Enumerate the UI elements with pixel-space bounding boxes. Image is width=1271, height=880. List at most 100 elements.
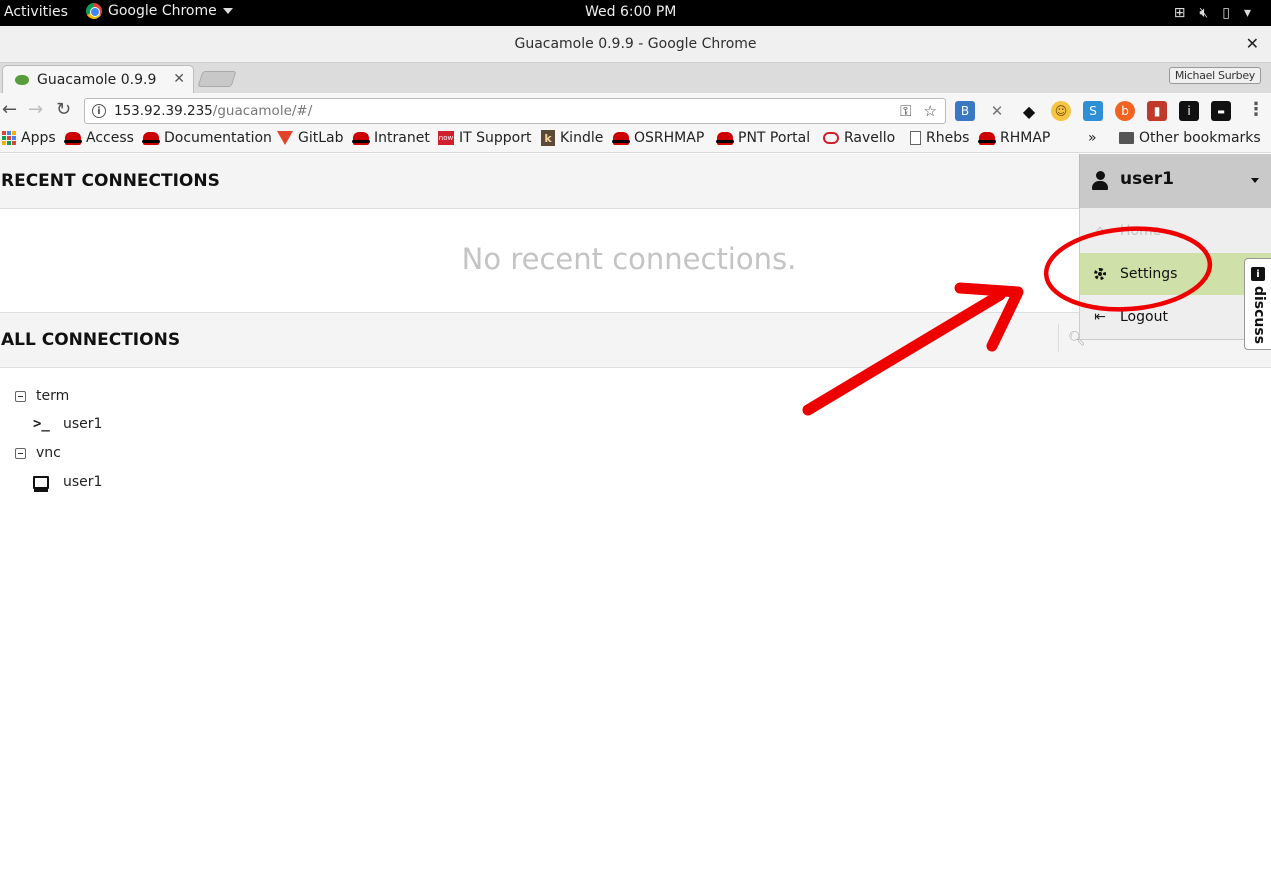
new-tab-button[interactable] [197,71,237,87]
redhat-icon [64,131,82,145]
extension-emoji-icon[interactable]: ☺ [1051,101,1071,121]
gear-icon [1092,266,1108,282]
bookmark-label: IT Support [459,130,532,146]
bookmark-star-icon[interactable]: ☆ [924,102,937,120]
system-top-bar: Activities Google Chrome Wed 6:00 PM ⊞ 🔇… [0,0,1271,26]
bookmark-label: Ravello [844,130,896,146]
chrome-icon [86,3,102,19]
bookmark-kindle[interactable]: k Kindle [541,130,603,146]
discuss-label: discuss [1251,285,1267,345]
chrome-menu-button[interactable]: ⋮ [1247,99,1265,120]
bookmark-label: OSRHMAP [634,130,705,146]
bookmark-ravello[interactable]: Ravello [823,130,895,146]
bookmark-documentation[interactable]: Documentation [142,130,272,146]
extension-bi-icon[interactable]: B [955,101,975,121]
connection-name: user1 [63,474,103,490]
bookmark-rhebs[interactable]: Rhebs [910,130,969,146]
bookmark-intranet[interactable]: Intranet [352,130,430,146]
battery-icon: ▯ [1222,5,1230,21]
system-tray[interactable]: ⊞ 🔇︎ ▯ ▾ [1174,5,1251,21]
bookmark-rhmap[interactable]: RHMAP [978,130,1051,146]
kindle-icon: k [541,130,555,146]
profile-button[interactable]: Michael Surbey [1168,67,1261,84]
bookmarks-overflow-button[interactable]: » [1088,130,1097,146]
chevron-down-icon [1251,178,1259,183]
user-menu-dropdown: ⌂ Home Settings ⇤ Logout [1079,208,1271,340]
volume-muted-icon: 🔇︎ [1199,5,1209,21]
bookmark-osrhmap[interactable]: OSRHMAP [612,130,705,146]
bookmark-pnt-portal[interactable]: PNT Portal [716,130,811,146]
guacamole-favicon-icon [15,74,29,85]
password-key-icon[interactable]: ⚿ [900,102,911,120]
app-menu-label: Google Chrome [108,3,217,19]
clock[interactable]: Wed 6:00 PM [585,4,676,20]
forward-button[interactable]: → [28,99,43,120]
redhat-icon [142,131,160,145]
user-menu-button[interactable]: user1 [1079,154,1271,208]
bookmark-label: PNT Portal [738,130,811,146]
menu-item-label: Logout [1120,309,1168,325]
connection-vnc-user1[interactable]: user1 [33,474,103,492]
extension-dark-icon[interactable]: ▬ [1211,101,1231,121]
window-title: Guacamole 0.9.9 - Google Chrome [514,36,757,52]
connection-term-user1[interactable]: >_ user1 [33,416,102,432]
redhat-icon [978,131,996,145]
redhat-icon [352,131,370,145]
connection-group-term[interactable]: term [15,388,69,404]
redhat-icon [612,131,630,145]
extension-git-icon[interactable]: ◆ [1019,101,1039,121]
logout-icon: ⇤ [1094,309,1106,325]
discuss-tab[interactable]: i discuss [1244,258,1271,350]
home-icon: ⌂ [1095,223,1105,239]
bookmark-label: Apps [21,130,56,146]
bookmark-label: Intranet [374,130,430,146]
group-name: vnc [36,445,61,461]
menu-item-logout[interactable]: ⇤ Logout [1080,296,1271,338]
info-icon: i [1251,267,1265,281]
network-icon: ⊞ [1173,5,1186,21]
extensions-area: B ✕ ◆ ☺ S b ▮ i ▬ [955,101,1231,121]
bookmark-label: Access [86,130,134,146]
bookmark-label: Kindle [560,130,604,146]
bookmark-other-bookmarks[interactable]: Other bookmarks [1119,130,1261,146]
extension-pin-icon[interactable]: ✕ [987,101,1007,121]
tab-title: Guacamole 0.9.9 [37,71,157,88]
extension-info-icon[interactable]: i [1179,101,1199,121]
extension-book-icon[interactable]: ▮ [1147,101,1167,121]
collapse-icon[interactable] [15,447,26,459]
username: user1 [1120,169,1174,189]
window-close-button[interactable]: ✕ [1246,34,1259,53]
bookmark-access[interactable]: Access [64,130,134,146]
bookmark-label: RHMAP [1000,130,1051,146]
bookmark-it-support[interactable]: now IT Support [438,130,531,146]
chevron-down-icon [222,8,233,14]
power-menu-icon: ▾ [1243,5,1251,21]
extension-s-icon[interactable]: S [1083,101,1103,121]
bookmark-label: Other bookmarks [1139,130,1261,146]
site-info-icon[interactable]: i [92,104,106,118]
back-button[interactable]: ← [2,99,17,120]
apps-grid-icon [2,131,16,145]
app-menu[interactable]: Google Chrome [86,3,233,19]
extension-b-icon[interactable]: b [1115,101,1135,121]
tab-close-button[interactable]: ✕ [173,71,185,87]
window-title-bar: Guacamole 0.9.9 - Google Chrome ✕ [0,26,1271,63]
servicenow-icon: now [438,131,454,145]
reload-button[interactable]: ↻ [56,99,71,120]
group-name: term [36,388,70,404]
bookmarks-bar: Apps Access Documentation GitLab Intrane… [0,127,1271,153]
bookmark-apps[interactable]: Apps [2,130,56,146]
url-path: /guacamole/#/ [212,103,313,119]
url-host: 153.92.39.235 [114,103,213,119]
connection-name: user1 [63,416,103,432]
connection-group-vnc[interactable]: vnc [15,445,61,461]
tab-guacamole[interactable]: Guacamole 0.9.9 ✕ [2,65,194,93]
terminal-icon: >_ [33,416,50,432]
activities-button[interactable]: Activities [4,4,68,20]
menu-item-home[interactable]: ⌂ Home [1080,210,1271,252]
oracle-icon [823,132,839,144]
menu-item-settings[interactable]: Settings [1080,253,1271,295]
bookmark-gitlab[interactable]: GitLab [277,130,344,146]
address-bar[interactable]: i 153.92.39.235/guacamole/#/ ⚿ ☆ [84,98,946,124]
collapse-icon[interactable] [15,390,26,402]
